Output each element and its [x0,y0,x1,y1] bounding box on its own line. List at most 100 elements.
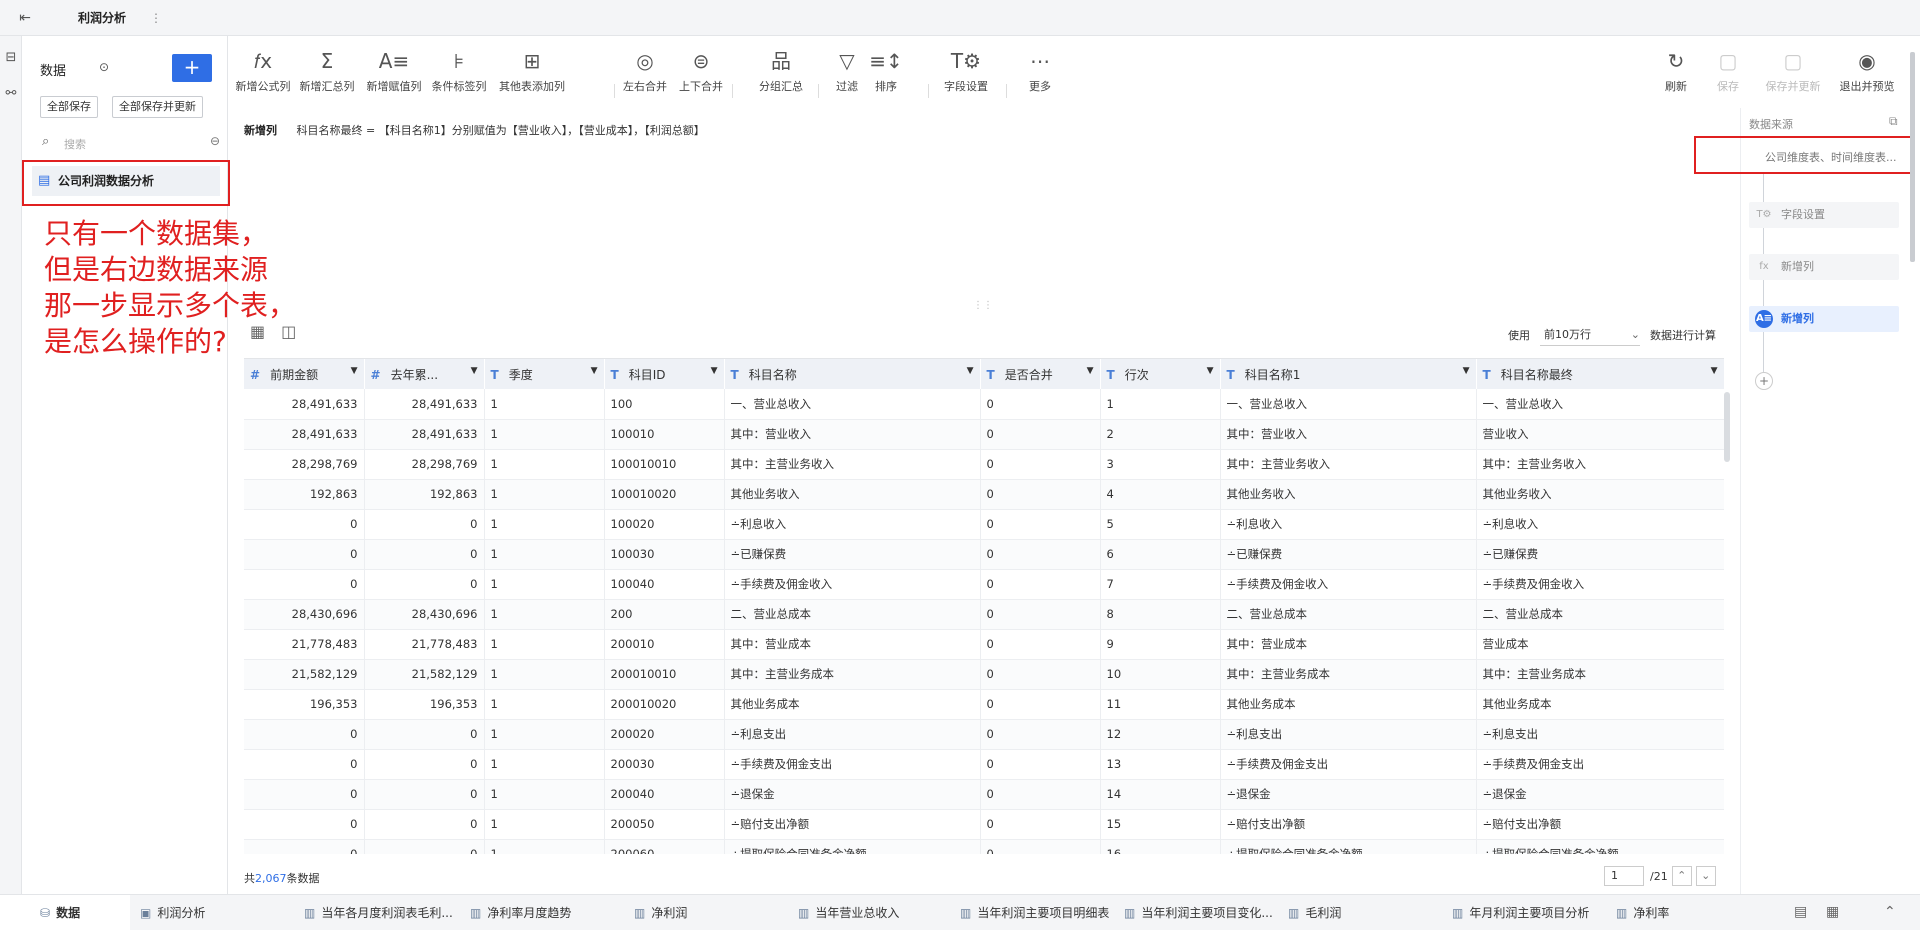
add-assign-column-button[interactable]: A≡ 新增赋值列 [359,50,429,94]
table-cell[interactable]: 0 [980,839,1101,854]
table-cell[interactable]: 0 [364,539,485,570]
tab-chart[interactable]: ▥ 年月利润主要项目分析 [1452,895,1589,931]
table-cell[interactable]: 0 [364,719,485,750]
table-cell[interactable]: ∸利息支出 [1476,719,1724,750]
column-menu-icon[interactable]: ▼ [591,366,598,376]
table-cell[interactable]: 其他业务成本 [1476,689,1724,720]
resize-handle[interactable]: ⋮⋮ [228,300,1738,311]
table-cell[interactable]: ∸赔付支出净额 [724,809,981,840]
table-cell[interactable]: 7 [1100,569,1221,600]
table-cell[interactable]: 16 [1100,839,1221,854]
table-row[interactable]: 0 0 1 200030 ∸手续费及佣金支出 0 13 ∸手续费及佣金支出 ∸手续费及佣金支出 [244,749,1724,780]
table-cell[interactable]: 0 [980,569,1101,600]
column-header[interactable]: T 是否合并 ▼ [980,359,1101,389]
table-cell[interactable]: 0 [980,449,1101,480]
table-cell[interactable]: 200010 [604,629,725,660]
table-row[interactable]: 196,353 196,353 1 200010020 其他业务成本 0 11 其他业务成本其… [244,689,1724,720]
table-cell[interactable]: ∸利息收入 [724,509,981,540]
table-cell[interactable]: 28,491,633 [244,419,365,450]
table-cell[interactable]: 1 [484,599,605,630]
column-header[interactable]: T 科目名称 ▼ [724,359,981,389]
table-cell[interactable]: ∸赔付支出净额 [1220,809,1477,840]
table-cell[interactable]: 21,582,129 [244,659,365,690]
table-cell[interactable]: 1 [484,479,605,510]
table-row[interactable]: 0 0 1 100040 ∸手续费及佣金收入 0 7 ∸手续费及佣金收入 ∸手续费及佣金收入 [244,569,1724,600]
table-cell[interactable]: 1 [484,419,605,450]
more-options-icon[interactable]: ⊖ [210,134,220,148]
table-cell[interactable]: 1 [484,509,605,540]
table-cell[interactable]: 其中：营业成本 [1220,629,1477,660]
table-cell[interactable]: ∸利息支出 [724,719,981,750]
table-cell[interactable]: 1 [484,689,605,720]
table-cell[interactable]: ∸赔付支出净额 [1476,809,1724,840]
table-cell[interactable]: 0 [980,479,1101,510]
table-cell[interactable]: 28,491,633 [364,419,485,450]
table-cell[interactable]: 0 [244,839,365,854]
table-row[interactable]: 0 0 1 100030 ∸已赚保费 0 6 ∸已赚保费 ∸已赚保费 [244,539,1724,570]
table-cell[interactable]: 6 [1100,539,1221,570]
table-cell[interactable]: 0 [980,779,1101,810]
table-cell[interactable]: 100040 [604,569,725,600]
table-row[interactable]: 28,298,769 28,298,769 1 100010010 其中：主营业务收入 0… [244,449,1724,480]
next-page-icon[interactable]: ⌄ [1695,866,1716,886]
table-cell[interactable]: 其中：营业成本 [724,629,981,660]
table-cell[interactable]: 0 [980,749,1101,780]
table-cell[interactable]: 0 [980,659,1101,690]
column-menu-icon[interactable]: ▼ [1087,366,1094,376]
tab-chart[interactable]: ▥ 当年各月度利润表毛利... [304,895,453,931]
dataset-search[interactable]: ⌕ 搜索 ⊖ [42,132,232,154]
prev-page-icon[interactable]: ⌃ [1671,866,1692,886]
table-row[interactable]: 21,778,483 21,778,483 1 200010 其中：营业成本 0 9 其中：营… [244,629,1724,660]
column-header[interactable]: T 科目名称1 ▼ [1220,359,1477,389]
table-cell[interactable]: 0 [364,839,485,854]
table-cell[interactable]: 其中：营业收入 [724,419,981,450]
table-cell[interactable]: 其中：主营业务成本 [724,659,981,690]
table-row[interactable]: 21,582,129 21,582,129 1 200010010 其中：主营业务成本 0… [244,659,1724,690]
table-cell[interactable]: 1 [484,809,605,840]
table-cell[interactable]: 0 [364,779,485,810]
row-limit-select[interactable]: 前10万行 ⌄ [1540,324,1640,346]
add-summary-column-button[interactable]: Σ 新增汇总列 [292,50,362,94]
table-cell[interactable]: 0 [980,809,1101,840]
save-button[interactable]: ▢ 保存 [1693,50,1763,94]
table-cell[interactable]: ∸手续费及佣金收入 [724,569,981,600]
table-cell[interactable]: ∸手续费及佣金收入 [1476,569,1724,600]
table-cell[interactable]: 10 [1100,659,1221,690]
table-cell[interactable]: 200030 [604,749,725,780]
table-row[interactable]: 0 0 1 100020 ∸利息收入 0 5 ∸利息收入 ∸利息收入 [244,509,1724,540]
table-cell[interactable]: 28,430,696 [244,599,365,630]
column-header[interactable]: T 科目名称最终 ▼ [1476,359,1724,389]
exit-icon[interactable]: ⇤ [0,10,50,26]
tab-profit-analysis[interactable]: ▣ 利润分析 [140,895,205,931]
table-cell[interactable]: ∸手续费及佣金支出 [724,749,981,780]
table-cell[interactable]: 其中：主营业务收入 [1476,449,1724,480]
table-cell[interactable]: 200 [604,599,725,630]
table-cell[interactable]: ∸已赚保费 [1220,539,1477,570]
table-cell[interactable]: 200010010 [604,659,725,690]
table-cell[interactable]: 1 [484,389,605,420]
table-cell[interactable]: 12 [1100,719,1221,750]
table-cell[interactable]: 100010020 [604,479,725,510]
table-cell[interactable]: 200040 [604,779,725,810]
table-row[interactable]: 0 0 1 200020 ∸利息支出 0 12 ∸利息支出 ∸利息支出 [244,719,1724,750]
layout-view-icon[interactable]: ◫ [281,322,296,341]
table-cell[interactable]: 0 [980,389,1101,420]
table-cell[interactable]: 1 [484,749,605,780]
table-cell[interactable]: 二、营业总成本 [724,599,981,630]
add-formula-column-button[interactable]: 𝑓x 新增公式列 [228,50,298,94]
table-cell[interactable]: 一、营业总收入 [1220,389,1477,420]
table-cell[interactable]: 1 [484,719,605,750]
table-cell[interactable]: 14 [1100,779,1221,810]
top-bottom-merge-button[interactable]: ⊜ 上下合并 [666,50,736,94]
table-cell[interactable]: 0 [244,539,365,570]
table-cell[interactable]: 1 [484,449,605,480]
table-cell[interactable]: 196,353 [244,689,365,720]
table-cell[interactable]: 0 [980,719,1101,750]
group-summary-button[interactable]: 品分组汇总 [746,50,816,94]
table-cell[interactable]: 8 [1100,599,1221,630]
column-menu-icon[interactable]: ▼ [1207,366,1214,376]
table-cell[interactable]: ∸手续费及佣金收入 [1220,569,1477,600]
table-cell[interactable]: 其他业务成本 [724,689,981,720]
add-dashboard-icon[interactable]: ▦ [1826,904,1839,920]
table-cell[interactable]: 其他业务收入 [1476,479,1724,510]
